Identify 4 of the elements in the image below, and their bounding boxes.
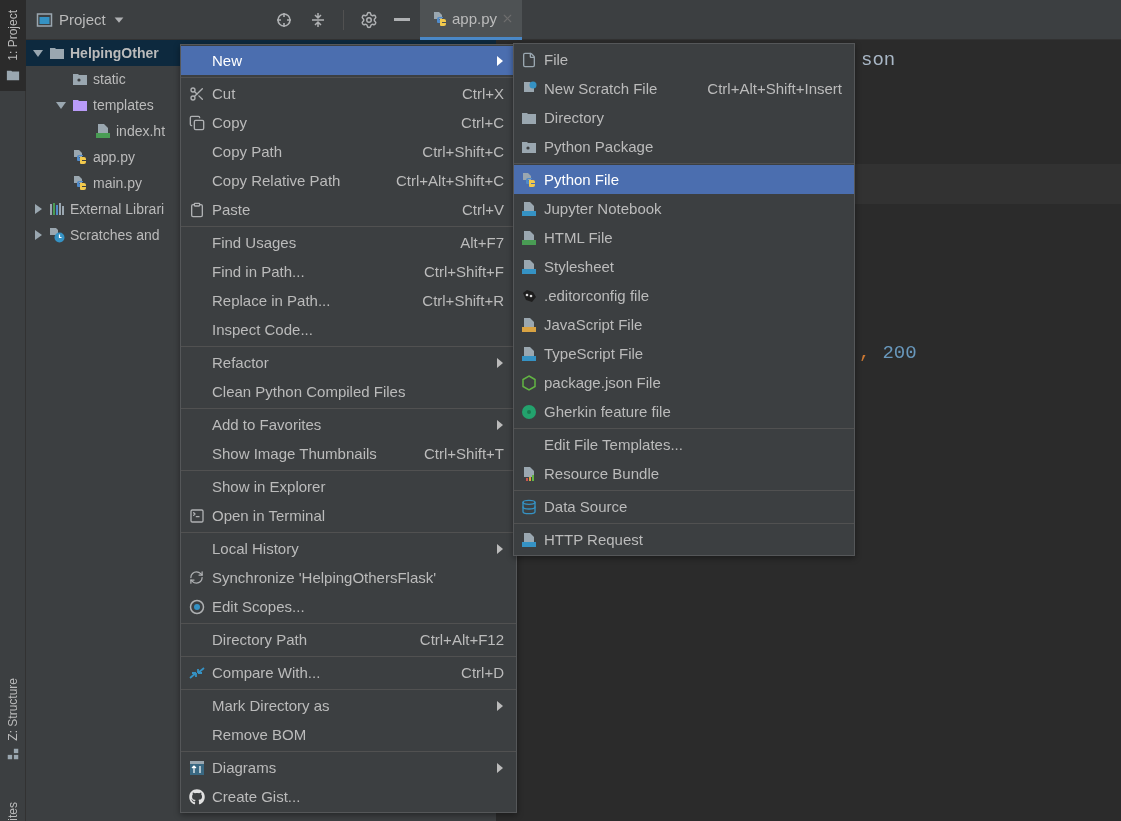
- code-text: son: [861, 49, 896, 73]
- panel-title: Project: [59, 11, 106, 28]
- code-text: ,: [859, 342, 871, 366]
- code-text: 200: [882, 342, 917, 366]
